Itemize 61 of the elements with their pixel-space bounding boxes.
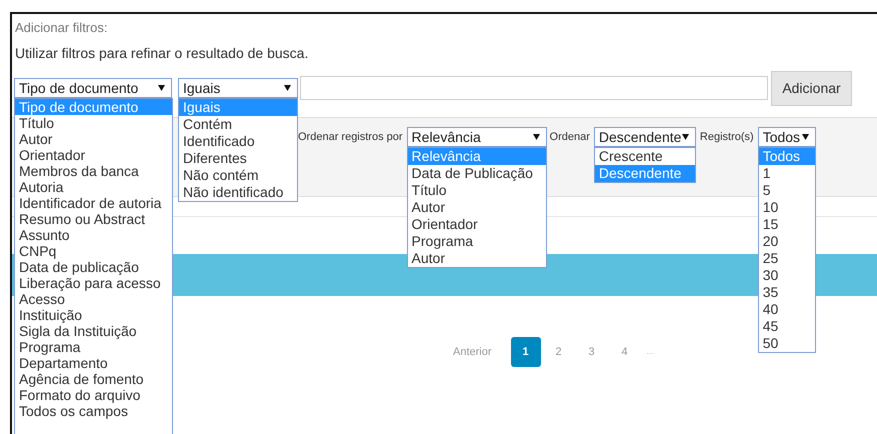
dropdown-option[interactable]: Orientador <box>408 216 546 233</box>
dropdown-option[interactable]: Identificado <box>179 133 297 150</box>
dropdown-option[interactable]: Não contém <box>179 167 297 184</box>
caret-icon <box>802 134 809 140</box>
dropdown-select[interactable]: Iguais <box>178 78 298 98</box>
dropdown-option[interactable]: Título <box>408 182 546 199</box>
dropdown-option[interactable]: Crescente <box>594 148 695 165</box>
dropdown-option[interactable]: Data de publicação <box>15 259 172 275</box>
dropdown-option[interactable]: 1 <box>758 165 815 182</box>
dropdown-option[interactable]: 5 <box>758 182 815 199</box>
dropdown-option[interactable]: Data de Publicação <box>408 165 546 182</box>
dropdown-option[interactable]: 45 <box>758 318 815 335</box>
caret-icon <box>682 134 689 140</box>
order-label: Ordenar <box>550 130 590 145</box>
dropdown-option[interactable]: 10 <box>758 199 815 216</box>
dropdown-option[interactable]: Departamento <box>15 355 172 371</box>
dropdown-option[interactable]: Sigla da Instituição <box>15 323 172 339</box>
sort-by-label: Ordenar registros por <box>298 130 403 145</box>
dropdown-option[interactable]: Diferentes <box>179 150 297 167</box>
dropdown-option[interactable]: CNPq <box>15 243 172 259</box>
dropdown-option[interactable]: Não identificado <box>179 184 297 201</box>
dropdown-option[interactable]: Liberação para acesso <box>15 275 172 291</box>
dropdown-option[interactable]: Membros da banca <box>15 163 172 179</box>
dropdown-option[interactable]: 40 <box>758 301 815 318</box>
dropdown-option[interactable]: Título <box>15 115 172 131</box>
dropdown-option[interactable]: Autoria <box>15 179 172 195</box>
add-button[interactable]: Adicionar <box>771 70 852 106</box>
dropdown-option[interactable]: 15 <box>758 216 815 233</box>
dropdown-option[interactable]: Programa <box>408 233 546 250</box>
dropdown-option[interactable]: Autor <box>15 131 172 147</box>
dropdown-option[interactable]: Instituição <box>15 307 172 323</box>
dropdown-option[interactable]: Autor <box>408 250 546 267</box>
dropdown-option[interactable]: 20 <box>758 233 815 250</box>
records-label: Registro(s) <box>700 130 754 145</box>
dropdown-select[interactable]: Todos <box>758 127 816 147</box>
dropdown-option[interactable]: 50 <box>758 335 815 352</box>
section-title: Adicionar filtros: <box>15 20 108 35</box>
dropdown-option[interactable]: Orientador <box>15 147 172 163</box>
dropdown-option[interactable]: 25 <box>758 250 815 267</box>
dropdown-option[interactable]: Acesso <box>15 291 172 307</box>
caret-icon <box>532 134 540 140</box>
caret-icon <box>158 85 165 91</box>
dropdown-select[interactable]: Relevância <box>406 127 547 147</box>
dropdown-option[interactable]: Autor <box>408 199 546 216</box>
dropdown-option[interactable]: Todos os campos <box>15 403 172 419</box>
dropdown-option[interactable]: Assunto <box>15 227 172 243</box>
dropdown-select[interactable]: Descendente <box>594 127 696 147</box>
caret-icon <box>284 85 291 91</box>
dropdown-option[interactable]: Formato do arquivo <box>15 387 172 403</box>
page-link[interactable]: 1 <box>510 337 541 367</box>
dropdown-select[interactable]: Tipo de documento <box>14 78 172 98</box>
description-text: Utilizar filtros para refinar o resultado de busca. <box>15 45 308 61</box>
dropdown-option[interactable]: Agência de fomento <box>15 371 172 387</box>
dropdown-option[interactable]: Identificador de autoria <box>15 195 172 211</box>
ellipsis-text: ... <box>646 345 654 358</box>
search-field[interactable] <box>300 76 768 100</box>
dropdown-option[interactable]: Programa <box>15 339 172 355</box>
dropdown-option[interactable]: Resumo ou Abstract <box>15 211 172 227</box>
dropdown-option[interactable]: 35 <box>758 284 815 301</box>
dropdown-option[interactable]: 30 <box>758 267 815 284</box>
dropdown-option[interactable]: Contém <box>179 116 297 133</box>
